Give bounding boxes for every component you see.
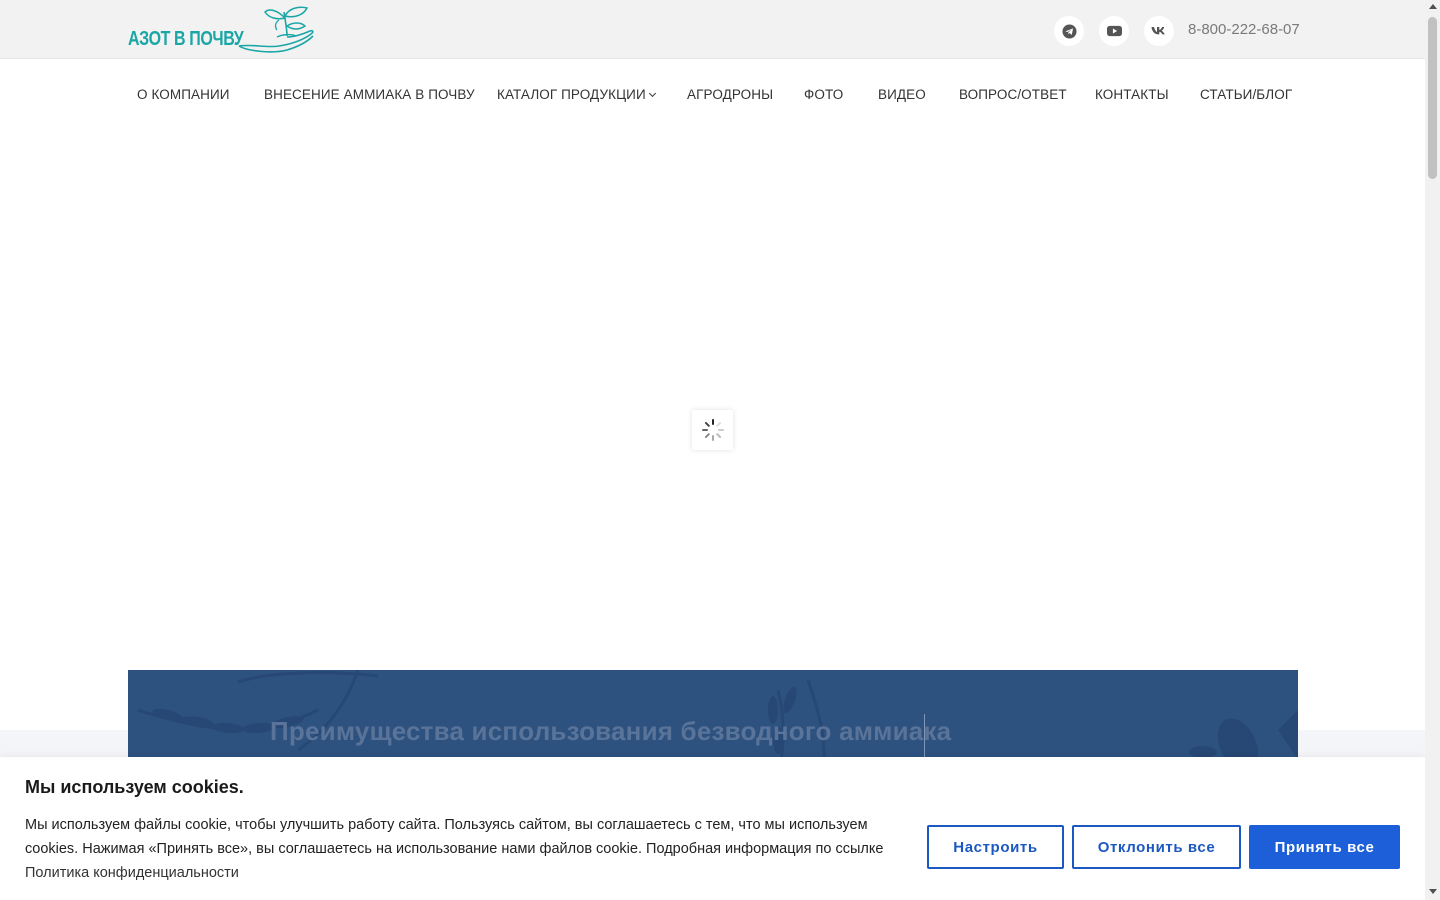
- nav-item-agrodrones[interactable]: АГРОДРОНЫ: [687, 87, 773, 102]
- nav-item-faq[interactable]: ВОПРОС/ОТВЕТ: [959, 87, 1067, 102]
- cookie-settings-button[interactable]: Настроить: [927, 825, 1064, 869]
- nav-item-about[interactable]: О КОМПАНИИ: [137, 87, 230, 102]
- cookie-title: Мы используем cookies.: [25, 777, 244, 797]
- scroll-up-arrow-icon[interactable]: [1429, 4, 1437, 9]
- nav-item-blog[interactable]: СТАТЬИ/БЛОГ: [1200, 87, 1292, 102]
- nav-item-photo[interactable]: ФОТО: [804, 87, 843, 102]
- nav-item-contacts[interactable]: КОНТАКТЫ: [1095, 87, 1169, 102]
- scrollbar-thumb[interactable]: [1428, 17, 1437, 179]
- top-bar: АЗОТ В ПОЧВУ 8-800-222-68-07: [0, 0, 1425, 59]
- privacy-policy-link[interactable]: Политика конфиденциальности: [25, 865, 239, 881]
- cookie-accept-all-button[interactable]: Принять все: [1249, 825, 1400, 869]
- telegram-link[interactable]: [1054, 16, 1084, 46]
- loading-indicator: [692, 410, 733, 450]
- main-nav: О КОМПАНИИ ВНЕСЕНИЕ АММИАКА В ПОЧВУ КАТА…: [0, 60, 1425, 128]
- nav-item-catalog-label: КАТАЛОГ ПРОДУКЦИИ: [497, 87, 646, 102]
- banner-title: Преимущества использования безводного ам…: [270, 716, 952, 746]
- chevron-down-icon: [648, 89, 656, 98]
- logo-text: АЗОТ В ПОЧВУ: [128, 28, 244, 50]
- nav-item-ammonia-application[interactable]: ВНЕСЕНИЕ АММИАКА В ПОЧВУ: [264, 87, 475, 102]
- cookie-reject-all-button[interactable]: Отклонить все: [1072, 825, 1241, 869]
- vk-link[interactable]: [1144, 16, 1174, 46]
- vk-icon: [1151, 27, 1165, 35]
- telegram-icon: [1061, 23, 1077, 39]
- nav-item-video[interactable]: ВИДЕО: [878, 87, 926, 102]
- cookie-consent-panel: Мы используем cookies. Мы используем фай…: [0, 757, 1425, 900]
- cookie-description: Мы используем файлы cookie, чтобы улучши…: [25, 813, 915, 885]
- scroll-down-arrow-icon[interactable]: [1429, 889, 1437, 894]
- page-scrollbar[interactable]: [1425, 0, 1440, 900]
- spinner-icon: [701, 419, 724, 441]
- youtube-link[interactable]: [1099, 16, 1129, 46]
- cookie-description-text: Мы используем файлы cookie, чтобы улучши…: [25, 817, 884, 857]
- phone-number[interactable]: 8-800-222-68-07: [1188, 21, 1300, 38]
- youtube-icon: [1106, 25, 1122, 37]
- nav-item-catalog[interactable]: КАТАЛОГ ПРОДУКЦИИ: [497, 87, 656, 102]
